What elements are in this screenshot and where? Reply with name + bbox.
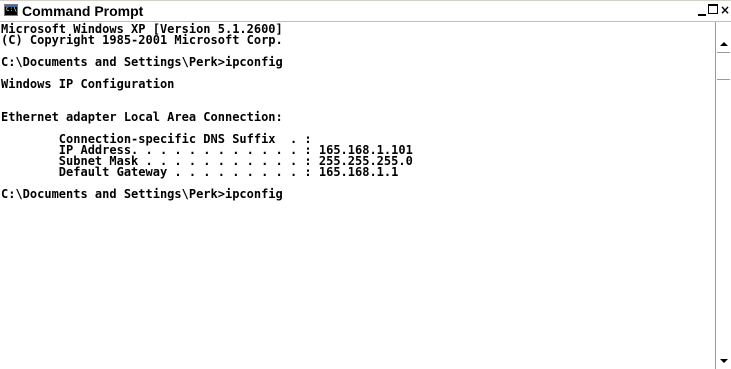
window-controls: × — [696, 3, 731, 19]
scroll-thumb[interactable] — [717, 52, 730, 80]
command-prompt-window: C:\ Command Prompt × Microsoft Windows X… — [0, 0, 731, 369]
close-button[interactable]: × — [719, 3, 731, 17]
arrow-up-icon — [719, 42, 728, 46]
console-line: Default Gateway . . . . . . . . . : 165.… — [1, 165, 399, 179]
scroll-up-button[interactable] — [716, 36, 731, 52]
minimize-button[interactable] — [696, 3, 708, 17]
console-icon[interactable]: C:\ — [4, 4, 18, 16]
scroll-down-button[interactable] — [716, 353, 731, 369]
console-line: C:\Documents and Settings\Perk>ipconfig — [1, 55, 283, 69]
console-line: C:\Documents and Settings\Perk>ipconfig — [1, 187, 283, 201]
console-output[interactable]: Microsoft Windows XP [Version 5.1.2600](… — [0, 22, 715, 369]
console-line: Ethernet adapter Local Area Connection: — [1, 110, 283, 124]
minimize-icon — [698, 13, 706, 16]
console-line: (C) Copyright 1985-2001 Microsoft Corp. — [1, 33, 283, 47]
window-title: Command Prompt — [22, 3, 144, 19]
vertical-scrollbar[interactable] — [715, 22, 731, 369]
close-icon: × — [719, 3, 731, 17]
title-bar[interactable]: C:\ Command Prompt × — [0, 1, 731, 22]
maximize-button[interactable] — [708, 4, 718, 14]
console-text: Microsoft Windows XP [Version 5.1.2600](… — [0, 22, 715, 200]
arrow-down-icon — [719, 359, 728, 363]
console-line: Windows IP Configuration — [1, 77, 175, 91]
